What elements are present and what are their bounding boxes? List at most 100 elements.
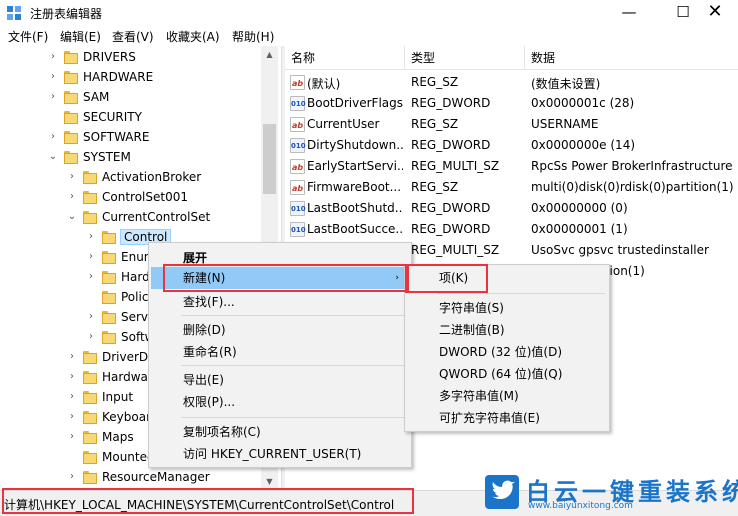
value-data: UsoSvc gpsvc trustedinstaller (531, 243, 709, 257)
tree-item-label[interactable]: DRIVERS (83, 50, 136, 64)
value-row[interactable]: 010 DirtyShutdown... REG_DWORD 0x0000000e (… (285, 135, 738, 156)
value-row[interactable]: ab FirmwareBoot... REG_SZ multi(0)disk(0)rd… (285, 177, 738, 198)
tree-item-label[interactable]: Maps (102, 430, 134, 444)
folder-icon (83, 211, 97, 225)
submenu-multi-string-value[interactable]: 多字符串值(M) (407, 385, 607, 407)
tree-item-label[interactable]: SYSTEM (83, 150, 131, 164)
tree-item[interactable]: › DRIVERS (0, 48, 260, 68)
folder-icon (83, 451, 97, 465)
tree-item-label[interactable]: ActivationBroker (102, 170, 201, 184)
window-title: 注册表编辑器 (30, 7, 103, 21)
menu-separator (437, 293, 605, 294)
chevron-right-icon[interactable]: › (86, 332, 96, 342)
tree-item[interactable]: › SAM (0, 88, 260, 108)
chevron-right-icon[interactable]: › (67, 472, 77, 482)
chevron-right-icon[interactable]: › (48, 72, 58, 82)
menu-goto-hkcu[interactable]: 访问 HKEY_CURRENT_USER(T) (151, 443, 409, 465)
value-type: REG_SZ (411, 117, 459, 131)
chevron-right-icon[interactable]: › (67, 412, 77, 422)
value-row[interactable]: ab EarlyStartServi... REG_MULTI_SZ RpcSs Po… (285, 156, 738, 177)
tree-item[interactable]: SECURITY (0, 108, 260, 128)
tree-item[interactable]: › ResourceManager (0, 468, 260, 488)
tree-item-label[interactable]: SOFTWARE (83, 130, 149, 144)
submenu-dword-value[interactable]: DWORD (32 位)值(D) (407, 341, 607, 363)
tree-item-label[interactable]: Input (102, 390, 133, 404)
minimize-button[interactable]: — (606, 0, 652, 26)
value-data: RpcSs Power BrokerInfrastructure S (531, 159, 737, 173)
header-data[interactable]: 数据 (525, 46, 738, 70)
tree-item-label[interactable]: HARDWARE (83, 70, 153, 84)
submenu-string-value[interactable]: 字符串值(S) (407, 297, 607, 319)
tree-item-label[interactable]: ResourceManager (102, 470, 210, 484)
folder-icon (102, 231, 116, 245)
folder-icon (83, 411, 97, 425)
value-row[interactable]: ab CurrentUser REG_SZ USERNAME (285, 114, 738, 135)
menu-bar: 文件(F) 编辑(E) 查看(V) 收藏夹(A) 帮助(H) (0, 26, 738, 46)
folder-icon (83, 431, 97, 445)
header-type[interactable]: 类型 (405, 46, 525, 70)
tree-item[interactable]: ⌄ CurrentControlSet (0, 208, 260, 228)
chevron-right-icon[interactable]: › (67, 392, 77, 402)
tree-item-label[interactable]: SECURITY (83, 110, 142, 124)
chevron-right-icon[interactable]: › (48, 92, 58, 102)
value-row[interactable]: 010 LastBootSucce... REG_DWORD 0x00000001 (… (285, 219, 738, 240)
chevron-right-icon[interactable]: › (48, 52, 58, 62)
tree-item[interactable]: › ControlSet001 (0, 188, 260, 208)
tree-item[interactable]: › HARDWARE (0, 68, 260, 88)
value-data: 0x00000000 (0) (531, 201, 628, 215)
submenu-expandable-string-value[interactable]: 可扩充字符串值(E) (407, 407, 607, 429)
chevron-right-icon[interactable] (67, 452, 77, 462)
close-button[interactable]: ✕ (692, 0, 738, 26)
value-row[interactable]: ab (默认) REG_SZ (数值未设置) (285, 72, 738, 93)
menu-permissions[interactable]: 权限(P)... (151, 391, 409, 413)
menu-find[interactable]: 查找(F)... (151, 291, 409, 313)
chevron-right-icon[interactable]: › (86, 272, 96, 282)
menu-item-label: 查找(F)... (183, 295, 235, 309)
menu-help[interactable]: 帮助(H) (232, 28, 274, 45)
chevron-right-icon[interactable]: › (67, 352, 77, 362)
menu-edit[interactable]: 编辑(E) (60, 28, 101, 45)
value-data: 0x00000001 (1) (531, 222, 628, 236)
folder-icon (64, 131, 78, 145)
folder-icon (83, 171, 97, 185)
menu-delete[interactable]: 删除(D) (151, 319, 409, 341)
value-name: LastBootSucce... (307, 222, 403, 236)
scroll-thumb[interactable] (263, 124, 276, 194)
chevron-right-icon[interactable]: › (67, 372, 77, 382)
menu-copy-key-name[interactable]: 复制项名称(C) (151, 421, 409, 443)
tree-item[interactable]: ⌄ SYSTEM (0, 148, 260, 168)
chevron-right-icon[interactable] (86, 292, 96, 302)
chevron-right-icon[interactable]: › (67, 432, 77, 442)
chevron-right-icon[interactable]: › (67, 172, 77, 182)
chevron-down-icon[interactable]: ⌄ (67, 212, 77, 222)
submenu-qword-value[interactable]: QWORD (64 位)值(Q) (407, 363, 607, 385)
value-row[interactable]: 010 LastBootShutd... REG_DWORD 0x00000000 (… (285, 198, 738, 219)
tree-item[interactable]: › ActivationBroker (0, 168, 260, 188)
menu-item-label: 重命名(R) (183, 345, 237, 359)
tree-item[interactable]: › SOFTWARE (0, 128, 260, 148)
chevron-down-icon[interactable]: ⌄ (48, 152, 58, 162)
folder-icon (64, 111, 78, 125)
menu-favorites[interactable]: 收藏夹(A) (166, 28, 220, 45)
menu-file[interactable]: 文件(F) (8, 28, 48, 45)
chevron-right-icon[interactable]: › (48, 132, 58, 142)
key-item-highlight-box (405, 264, 488, 293)
chevron-right-icon[interactable]: › (86, 252, 96, 262)
chevron-right-icon[interactable] (48, 112, 58, 122)
chevron-right-icon[interactable]: › (67, 192, 77, 202)
tree-item-label[interactable]: SAM (83, 90, 109, 104)
menu-rename[interactable]: 重命名(R) (151, 341, 409, 363)
tree-item-label[interactable]: CurrentControlSet (102, 210, 210, 224)
menu-item-label: 权限(P)... (183, 395, 236, 409)
scroll-up-arrow[interactable]: ▲ (261, 46, 278, 63)
menu-export[interactable]: 导出(E) (151, 369, 409, 391)
tree-item-label[interactable]: ControlSet001 (102, 190, 188, 204)
value-row[interactable]: 010 BootDriverFlags REG_DWORD 0x0000001c (2… (285, 93, 738, 114)
folder-icon (64, 91, 78, 105)
chevron-right-icon[interactable]: › (86, 232, 96, 242)
menu-view[interactable]: 查看(V) (112, 28, 154, 45)
submenu-binary-value[interactable]: 二进制值(B) (407, 319, 607, 341)
chevron-right-icon[interactable]: › (86, 312, 96, 322)
header-name[interactable]: 名称 (285, 46, 405, 70)
value-type: REG_DWORD (411, 222, 491, 236)
